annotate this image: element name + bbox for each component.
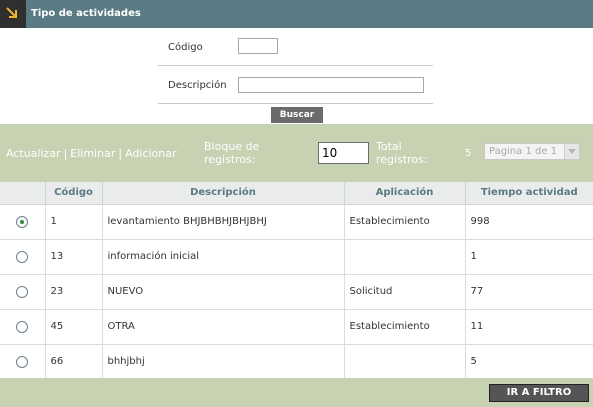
table-row[interactable]: 45 OTRA Establecimiento 11: [0, 309, 593, 345]
link-separator: |: [118, 147, 123, 160]
cell-tiempo: 77: [465, 274, 593, 310]
row-radio: [0, 204, 46, 240]
cell-aplicacion: Establecimiento: [344, 204, 466, 240]
descripcion-input[interactable]: [238, 77, 424, 93]
eliminar-link[interactable]: Eliminar: [70, 147, 115, 160]
action-links: Actualizar | Eliminar | Adicionar: [6, 147, 177, 160]
row-radio: [0, 344, 46, 380]
cell-descripcion: información inicial: [102, 239, 345, 275]
cell-tiempo: 5: [465, 344, 593, 380]
radio-button[interactable]: [16, 355, 29, 368]
actualizar-link[interactable]: Actualizar: [6, 147, 61, 160]
link-separator: |: [63, 147, 68, 160]
table-row[interactable]: 66 bhhjbhj 5: [0, 344, 593, 380]
search-button[interactable]: Buscar: [271, 107, 323, 123]
table-row[interactable]: 1 levantamiento BHJBHBHJBHJBHJ Establecimi…: [0, 204, 593, 240]
total-label-line2: registros:: [376, 153, 428, 166]
column-header-codigo[interactable]: Código: [45, 182, 103, 205]
codigo-input[interactable]: [238, 38, 278, 54]
cell-aplicacion: [344, 239, 466, 275]
cell-aplicacion: [344, 344, 466, 380]
column-header-select: [0, 182, 46, 205]
chevron-down-icon[interactable]: [564, 144, 579, 159]
arrow-down-right-icon: [0, 0, 26, 28]
page-select-value: Pagina 1 de 1: [489, 146, 558, 157]
search-form: Código Descripción: [158, 28, 433, 104]
cell-tiempo: 11: [465, 309, 593, 345]
toolbar: Actualizar | Eliminar | Adicionar Bloque de …: [0, 124, 593, 182]
total-count: 5: [465, 148, 472, 159]
table-row[interactable]: 13 información inicial 1: [0, 239, 593, 275]
page-select[interactable]: Pagina 1 de 1: [484, 143, 580, 160]
descripcion-row: Descripción: [158, 66, 433, 104]
results-table: Código Descripción Aplicación Tiempo act…: [0, 182, 593, 380]
column-header-descripcion[interactable]: Descripción: [102, 182, 345, 205]
cell-codigo: 23: [45, 274, 103, 310]
footer-bar: IR A FILTRO: [0, 378, 593, 407]
radio-button[interactable]: [16, 285, 29, 298]
bloque-label-line2: registros:: [204, 153, 256, 166]
cell-tiempo: 1: [465, 239, 593, 275]
cell-codigo: 45: [45, 309, 103, 345]
codigo-row: Código: [158, 28, 433, 66]
adicionar-link[interactable]: Adicionar: [125, 147, 176, 160]
codigo-label: Código: [168, 42, 203, 53]
bloque-input[interactable]: [318, 142, 369, 164]
radio-button[interactable]: [16, 250, 29, 263]
bloque-label: Bloque de registros:: [204, 140, 259, 166]
cell-aplicacion: Solicitud: [344, 274, 466, 310]
row-radio: [0, 309, 46, 345]
descripcion-label: Descripción: [168, 80, 227, 91]
page-header: Tipo de actividades: [0, 0, 593, 28]
go-to-filter-button[interactable]: IR A FILTRO: [489, 384, 589, 402]
cell-descripcion: bhhjbhj: [102, 344, 345, 380]
table-header-row: Código Descripción Aplicación Tiempo act…: [0, 182, 593, 205]
cell-descripcion: OTRA: [102, 309, 345, 345]
cell-tiempo: 998: [465, 204, 593, 240]
cell-descripcion: NUEVO: [102, 274, 345, 310]
total-label-line1: Total: [376, 140, 402, 153]
column-header-aplicacion[interactable]: Aplicación: [344, 182, 466, 205]
page-title: Tipo de actividades: [31, 8, 141, 19]
radio-button[interactable]: [16, 215, 29, 228]
cell-codigo: 1: [45, 204, 103, 240]
radio-button[interactable]: [16, 320, 29, 333]
table-row[interactable]: 23 NUEVO Solicitud 77: [0, 274, 593, 310]
column-header-tiempo[interactable]: Tiempo actividad: [465, 182, 593, 205]
cell-codigo: 13: [45, 239, 103, 275]
row-radio: [0, 239, 46, 275]
cell-codigo: 66: [45, 344, 103, 380]
total-label: Total registros:: [376, 140, 428, 166]
cell-descripcion: levantamiento BHJBHBHJBHJBHJ: [102, 204, 345, 240]
row-radio: [0, 274, 46, 310]
bloque-label-line1: Bloque de: [204, 140, 260, 153]
cell-aplicacion: Establecimiento: [344, 309, 466, 345]
